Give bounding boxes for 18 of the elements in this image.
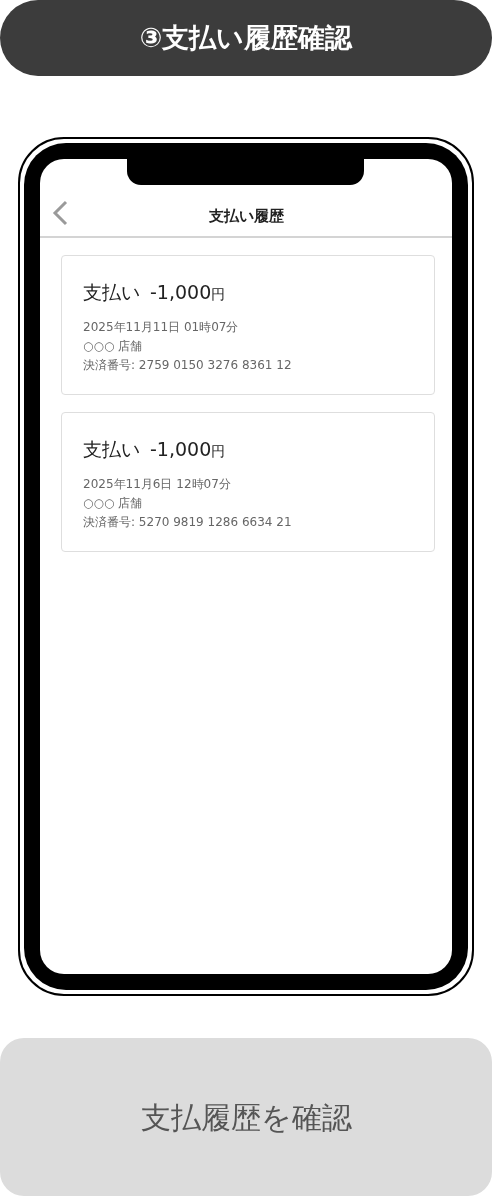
step-title-banner: ③支払い履歴確認 [0, 0, 492, 76]
payment-datetime: 2025年11月6日 12時07分 [83, 475, 232, 493]
payment-amount: -1,000 [150, 280, 212, 305]
currency-unit: 円 [211, 442, 226, 461]
store-name: ○○○ 店舗 [83, 337, 144, 355]
payment-label: 支払い [83, 280, 140, 305]
transaction-number: 決済番号: 2759 0150 3276 8361 12 [83, 356, 293, 374]
payment-card[interactable]: 支払い -1,000円 2025年11月11日 01時07分 ○○○ 店舗 決済番号: 2759 0150 3276 8361 12 [61, 255, 435, 395]
payment-datetime: 2025年11月11日 01時07分 [83, 318, 240, 336]
payment-label: 支払い [83, 437, 140, 462]
currency-unit: 円 [211, 285, 226, 304]
payment-card[interactable]: 支払い -1,000円 2025年11月6日 12時07分 ○○○ 店舗 決済番号: 5270 9819 1286 6634 21 [61, 412, 435, 552]
back-icon[interactable] [52, 200, 68, 226]
payment-amount: -1,000 [150, 437, 212, 462]
store-name: ○○○ 店舗 [83, 494, 144, 512]
transaction-number: 決済番号: 5270 9819 1286 6634 21 [83, 513, 293, 531]
view-history-button[interactable]: 支払履歴を確認 [0, 1038, 492, 1196]
screen-title: 支払い履歴 [208, 206, 284, 226]
